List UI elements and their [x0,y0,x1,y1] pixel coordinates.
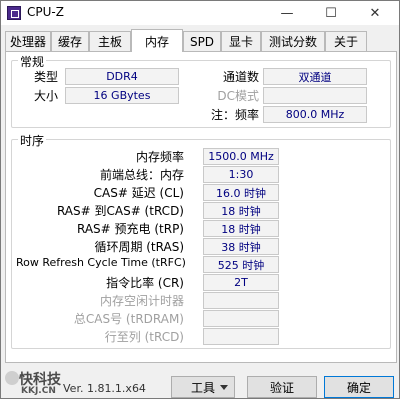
minimize-button[interactable]: — [271,1,303,25]
dcmode-label: DC模式 [217,89,259,103]
timing-label-fsb-dram: 前端总线：内存 [99,168,184,182]
timing-value-command-rate: 2T [203,274,279,291]
ok-button[interactable]: 确定 [324,376,394,398]
timing-value-cas-latency: 16.0 时钟 [203,184,279,201]
tab-label: 缓存 [57,35,82,49]
type-label: 类型 [34,70,59,84]
tab-label: 内存 [144,34,169,49]
general-group: 常规 类型 DDR4 大小 16 GBytes 通道数 双通道 DC模式 注：频… [11,53,391,128]
tools-button-label: 工具 [190,380,215,395]
timing-label-cas-latency: CAS# 延迟 (CL) [93,186,184,200]
timing-label-trp: RAS# 预充电 (tRP) [76,222,184,236]
timing-label-row-to-column: 行至列 (tRCD) [104,330,184,344]
title-bar[interactable]: CPU-Z — ☐ ✕ [1,1,399,25]
size-value: 16 GBytes [65,87,179,104]
timing-label-trfc: Row Refresh Cycle Time (tRFC) [16,256,186,269]
tab-bench[interactable]: 测试分数 [261,31,325,51]
nb-frequency-label: 注：频率 [210,108,259,122]
timing-label-idle-timer: 内存空闲计时器 [99,294,184,308]
timings-group: 时序 内存频率 1500.0 MHz 前端总线：内存 1:30 CAS# 延迟 … [11,132,391,349]
window-title: CPU-Z [27,5,64,19]
validate-button-label: 验证 [269,380,294,395]
tab-mainboard[interactable]: 主板 [89,31,131,51]
timing-label-command-rate: 指令比率 (CR) [106,276,184,290]
channels-label: 通道数 [222,70,259,84]
tab-processor[interactable]: 处理器 [5,31,51,51]
memory-tab-panel: 常规 类型 DDR4 大小 16 GBytes 通道数 双通道 DC模式 注：频… [5,51,397,363]
tab-label: 处理器 [9,35,46,49]
tab-spd[interactable]: SPD [183,31,221,51]
timing-value-trdram [203,310,279,327]
tab-cache[interactable]: 缓存 [51,31,89,51]
channels-value: 双通道 [263,68,367,85]
timing-value-trp: 18 时钟 [203,220,279,237]
tab-label: SPD [189,34,215,49]
timing-value-trfc: 525 时钟 [203,256,279,273]
dcmode-value [263,87,367,104]
cpuz-window: CPU-Z — ☐ ✕ 处理器 缓存 主板 内存 SPD 显卡 测试分数 关于 … [0,0,400,399]
timing-label-dram-frequency: 内存频率 [135,150,184,164]
tab-label: 显卡 [228,35,253,49]
tools-button[interactable]: 工具 [171,376,235,398]
timing-value-tras: 38 时钟 [203,238,279,255]
watermark-logo-icon [5,371,19,385]
close-icon: ✕ [369,5,381,21]
type-value: DDR4 [65,68,179,85]
tab-label: 主板 [97,35,122,49]
maximize-button[interactable]: ☐ [315,1,347,25]
timing-value-dram-frequency: 1500.0 MHz [203,148,279,165]
timing-label-trdram: 总CAS号 (tRDRAM) [73,312,184,326]
maximize-icon: ☐ [325,5,337,21]
ok-button-label: 确定 [346,380,371,395]
dropdown-caret-icon [220,385,228,390]
tab-label: 测试分数 [268,35,317,49]
watermark-text-en: KKJ.CN [21,386,56,396]
timing-value-trcd: 18 时钟 [203,202,279,219]
tab-memory[interactable]: 内存 [131,29,183,52]
minimize-icon: — [280,5,294,21]
cpuz-app-icon [7,6,21,20]
tab-label: 关于 [333,35,358,49]
timing-label-trcd: RAS# 到CAS# (tRCD) [56,204,184,218]
timing-value-row-to-column [203,328,279,345]
tab-about[interactable]: 关于 [325,31,367,51]
timing-label-tras: 循环周期 (tRAS) [94,240,184,254]
timing-value-fsb-dram: 1:30 [203,166,279,183]
close-button[interactable]: ✕ [359,1,391,25]
validate-button[interactable]: 验证 [247,376,317,398]
tab-strip: 处理器 缓存 主板 内存 SPD 显卡 测试分数 关于 [5,29,397,52]
version-text: Ver. 1.81.1.x64 [63,382,146,395]
nb-frequency-value: 800.0 MHz [263,106,367,123]
tab-graphics[interactable]: 显卡 [221,31,261,51]
timings-group-title: 时序 [18,132,47,149]
timing-value-idle-timer [203,292,279,309]
kkj-watermark: 快科技 KKJ.CN [1,361,65,399]
size-label: 大小 [34,89,59,103]
